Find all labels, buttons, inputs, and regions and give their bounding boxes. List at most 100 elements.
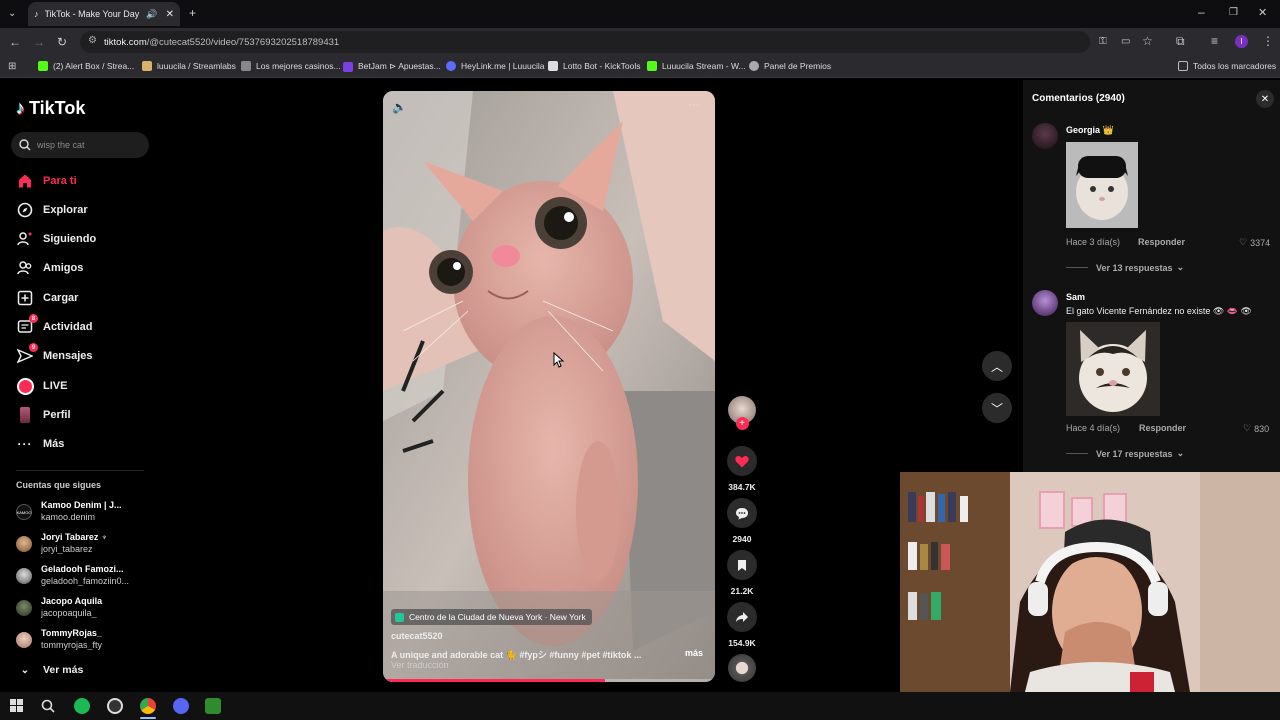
avatar[interactable] (1032, 290, 1058, 316)
profile-avatar[interactable]: I (1235, 35, 1248, 48)
discord-icon[interactable] (173, 698, 189, 714)
nav-item-amigos[interactable]: Amigos (16, 258, 83, 278)
chrome-icon[interactable] (140, 698, 156, 714)
avatar[interactable] (1032, 123, 1058, 149)
bookmark-favicon-icon (343, 61, 353, 72)
following-account[interactable]: TommyRojas_ tommyrojas_fty (16, 628, 146, 654)
comment-like-button[interactable]: ♡ 830 (1243, 423, 1269, 434)
spotify-icon[interactable] (74, 698, 90, 714)
search-icon (19, 139, 31, 151)
comment-username[interactable]: Sam (1066, 292, 1085, 302)
nav-item-mensajes[interactable]: 9 Mensajes (16, 343, 93, 366)
bookmark-item[interactable]: (2) Alert Box / Strea... (38, 61, 134, 71)
tiktok-logo[interactable]: ♪ TikTok (16, 98, 85, 119)
messages-badge: 9 (29, 343, 38, 352)
following-account[interactable]: Jacopo Aquila jacopoaquila_ (16, 596, 146, 622)
active-app-indicator (140, 717, 156, 719)
share-button[interactable]: 154.9K (726, 602, 758, 648)
browser-tab[interactable]: ♪ TikTok - Make Your Day 🔊 ✕ (28, 2, 180, 26)
streamer-webcam-overlay (900, 472, 1280, 692)
comment-button[interactable]: 2940 (726, 498, 758, 544)
minecraft-icon[interactable] (205, 698, 221, 714)
media-controls-icon[interactable]: ≡ (1211, 35, 1218, 47)
comment-image[interactable] (1066, 142, 1138, 228)
volume-icon[interactable]: 🔈 (392, 100, 407, 114)
bookmark-item[interactable]: Los mejores casinos... (241, 61, 341, 71)
reply-button[interactable]: Responder (1138, 237, 1185, 247)
following-account[interactable]: Joryi Tabarez ♆ joryi_tabarez (16, 532, 146, 558)
previous-video-button[interactable]: ︿ (982, 351, 1012, 381)
bookmark-item[interactable]: Panel de Premios (749, 61, 831, 71)
bookmark-item[interactable]: Luuucila Stream - W... (647, 61, 746, 71)
bookmark-item[interactable]: Lotto Bot - KickTools (548, 61, 640, 71)
sound-disc-button[interactable] (726, 654, 758, 682)
video-player[interactable]: 🔈 ··· Centro de la Ciudad de Nueva York … (383, 91, 715, 682)
nav-item-mas[interactable]: ··· Más (16, 434, 65, 454)
bookmark-item[interactable]: BetJam ⊳ Apuestas... (343, 61, 441, 72)
bookmark-favicon-icon (38, 61, 48, 71)
video-progress-fill (383, 679, 606, 682)
nav-item-actividad[interactable]: 8 Actividad (16, 314, 93, 337)
window-close-icon[interactable]: ✕ (1258, 7, 1267, 19)
chrome-menu-icon[interactable]: ⋮ (1262, 35, 1274, 47)
video-more-icon[interactable]: ··· (688, 97, 700, 111)
follow-plus-icon[interactable]: + (735, 417, 749, 430)
nav-item-para-ti[interactable]: Para ti (16, 171, 77, 191)
creator-avatar-button[interactable]: + (726, 396, 758, 430)
forward-icon[interactable]: → (33, 36, 45, 48)
comment-text: El gato Vicente Fernández no existe 👁 👄 … (1066, 306, 1252, 316)
site-info-icon[interactable]: ⚙ (88, 35, 97, 46)
url-field[interactable]: ⚙ tiktok.com/@cutecat5520/video/75376932… (80, 31, 1090, 53)
nav-item-cargar[interactable]: Cargar (16, 288, 78, 308)
nav-item-perfil[interactable]: Perfil (16, 405, 71, 425)
bookmark-favicon-icon (241, 61, 251, 71)
following-account[interactable]: Geladooh Famozi... geladooh_famoziin0... (16, 564, 146, 590)
windows-start-icon[interactable] (10, 699, 23, 712)
reload-icon[interactable]: ↻ (57, 36, 67, 48)
bookmark-star-icon[interactable]: ☆ (1142, 35, 1153, 47)
extensions-icon[interactable]: ⧉ (1176, 35, 1185, 47)
bookmark-favicon-icon (548, 61, 558, 71)
bookmark-item[interactable]: HeyLink.me | Luuucila (446, 61, 544, 71)
bookmark-item[interactable]: luuucila / Streamlabs (142, 61, 236, 71)
view-replies-button[interactable]: Ver 13 respuestas ⌄ (1066, 262, 1184, 273)
obs-icon[interactable] (107, 698, 123, 714)
view-replies-button[interactable]: Ver 17 respuestas ⌄ (1066, 448, 1184, 459)
like-count: 384.7K (728, 482, 756, 492)
following-account[interactable]: KAMOO Kamoo Denim | J... kamoo.denim (16, 500, 146, 526)
location-tag[interactable]: Centro de la Ciudad de Nueva York · New … (391, 609, 592, 625)
new-tab-icon[interactable]: + (189, 7, 196, 19)
comment-image[interactable] (1066, 322, 1160, 416)
restore-icon[interactable]: ❐ (1229, 7, 1238, 19)
see-translation-link[interactable]: Ver traducción (391, 660, 449, 670)
back-icon[interactable]: ← (9, 36, 21, 48)
see-more-button[interactable]: ⌄ Ver más (16, 660, 84, 680)
next-video-button[interactable]: ﹀ (982, 393, 1012, 423)
tab-search-icon[interactable]: ⌄ (8, 8, 16, 20)
nav-item-live[interactable]: LIVE (16, 376, 67, 396)
all-bookmarks-folder[interactable]: Todos los marcadores (1178, 61, 1276, 71)
tab-audio-icon[interactable]: 🔊 (146, 9, 157, 20)
description-more-link[interactable]: más (685, 648, 703, 658)
tab-close-icon[interactable]: ✕ (166, 9, 174, 20)
nav-item-siguiendo[interactable]: Siguiendo (16, 229, 96, 249)
video-progress-bar[interactable] (383, 679, 715, 682)
save-button[interactable]: 21.2K (726, 550, 758, 596)
share-arrow-icon (727, 602, 757, 632)
messages-icon: 9 (16, 343, 38, 365)
close-comments-button[interactable]: ✕ (1256, 90, 1274, 108)
minimize-icon[interactable]: – (1198, 6, 1205, 18)
bookmarks-bar: ⊞ (2) Alert Box / Strea... luuucila / St… (0, 56, 1280, 78)
comment-username[interactable]: Georgia 👑 (1066, 125, 1114, 136)
nav-item-explorar[interactable]: Explorar (16, 200, 88, 220)
cast-icon[interactable]: ▭ (1121, 36, 1130, 48)
search-input[interactable]: wisp the cat (11, 132, 149, 158)
taskbar-search-icon[interactable] (41, 699, 55, 713)
video-author[interactable]: cutecat5520 (391, 631, 443, 641)
reply-button[interactable]: Responder (1139, 423, 1186, 433)
like-button[interactable]: 384.7K (726, 446, 758, 492)
comments-title: Comentarios (2940) (1032, 93, 1125, 104)
apps-grid-icon[interactable]: ⊞ (8, 61, 16, 73)
comment-like-button[interactable]: ♡ 3374 (1239, 237, 1270, 248)
password-key-icon[interactable]: ⚿ (1099, 36, 1107, 48)
